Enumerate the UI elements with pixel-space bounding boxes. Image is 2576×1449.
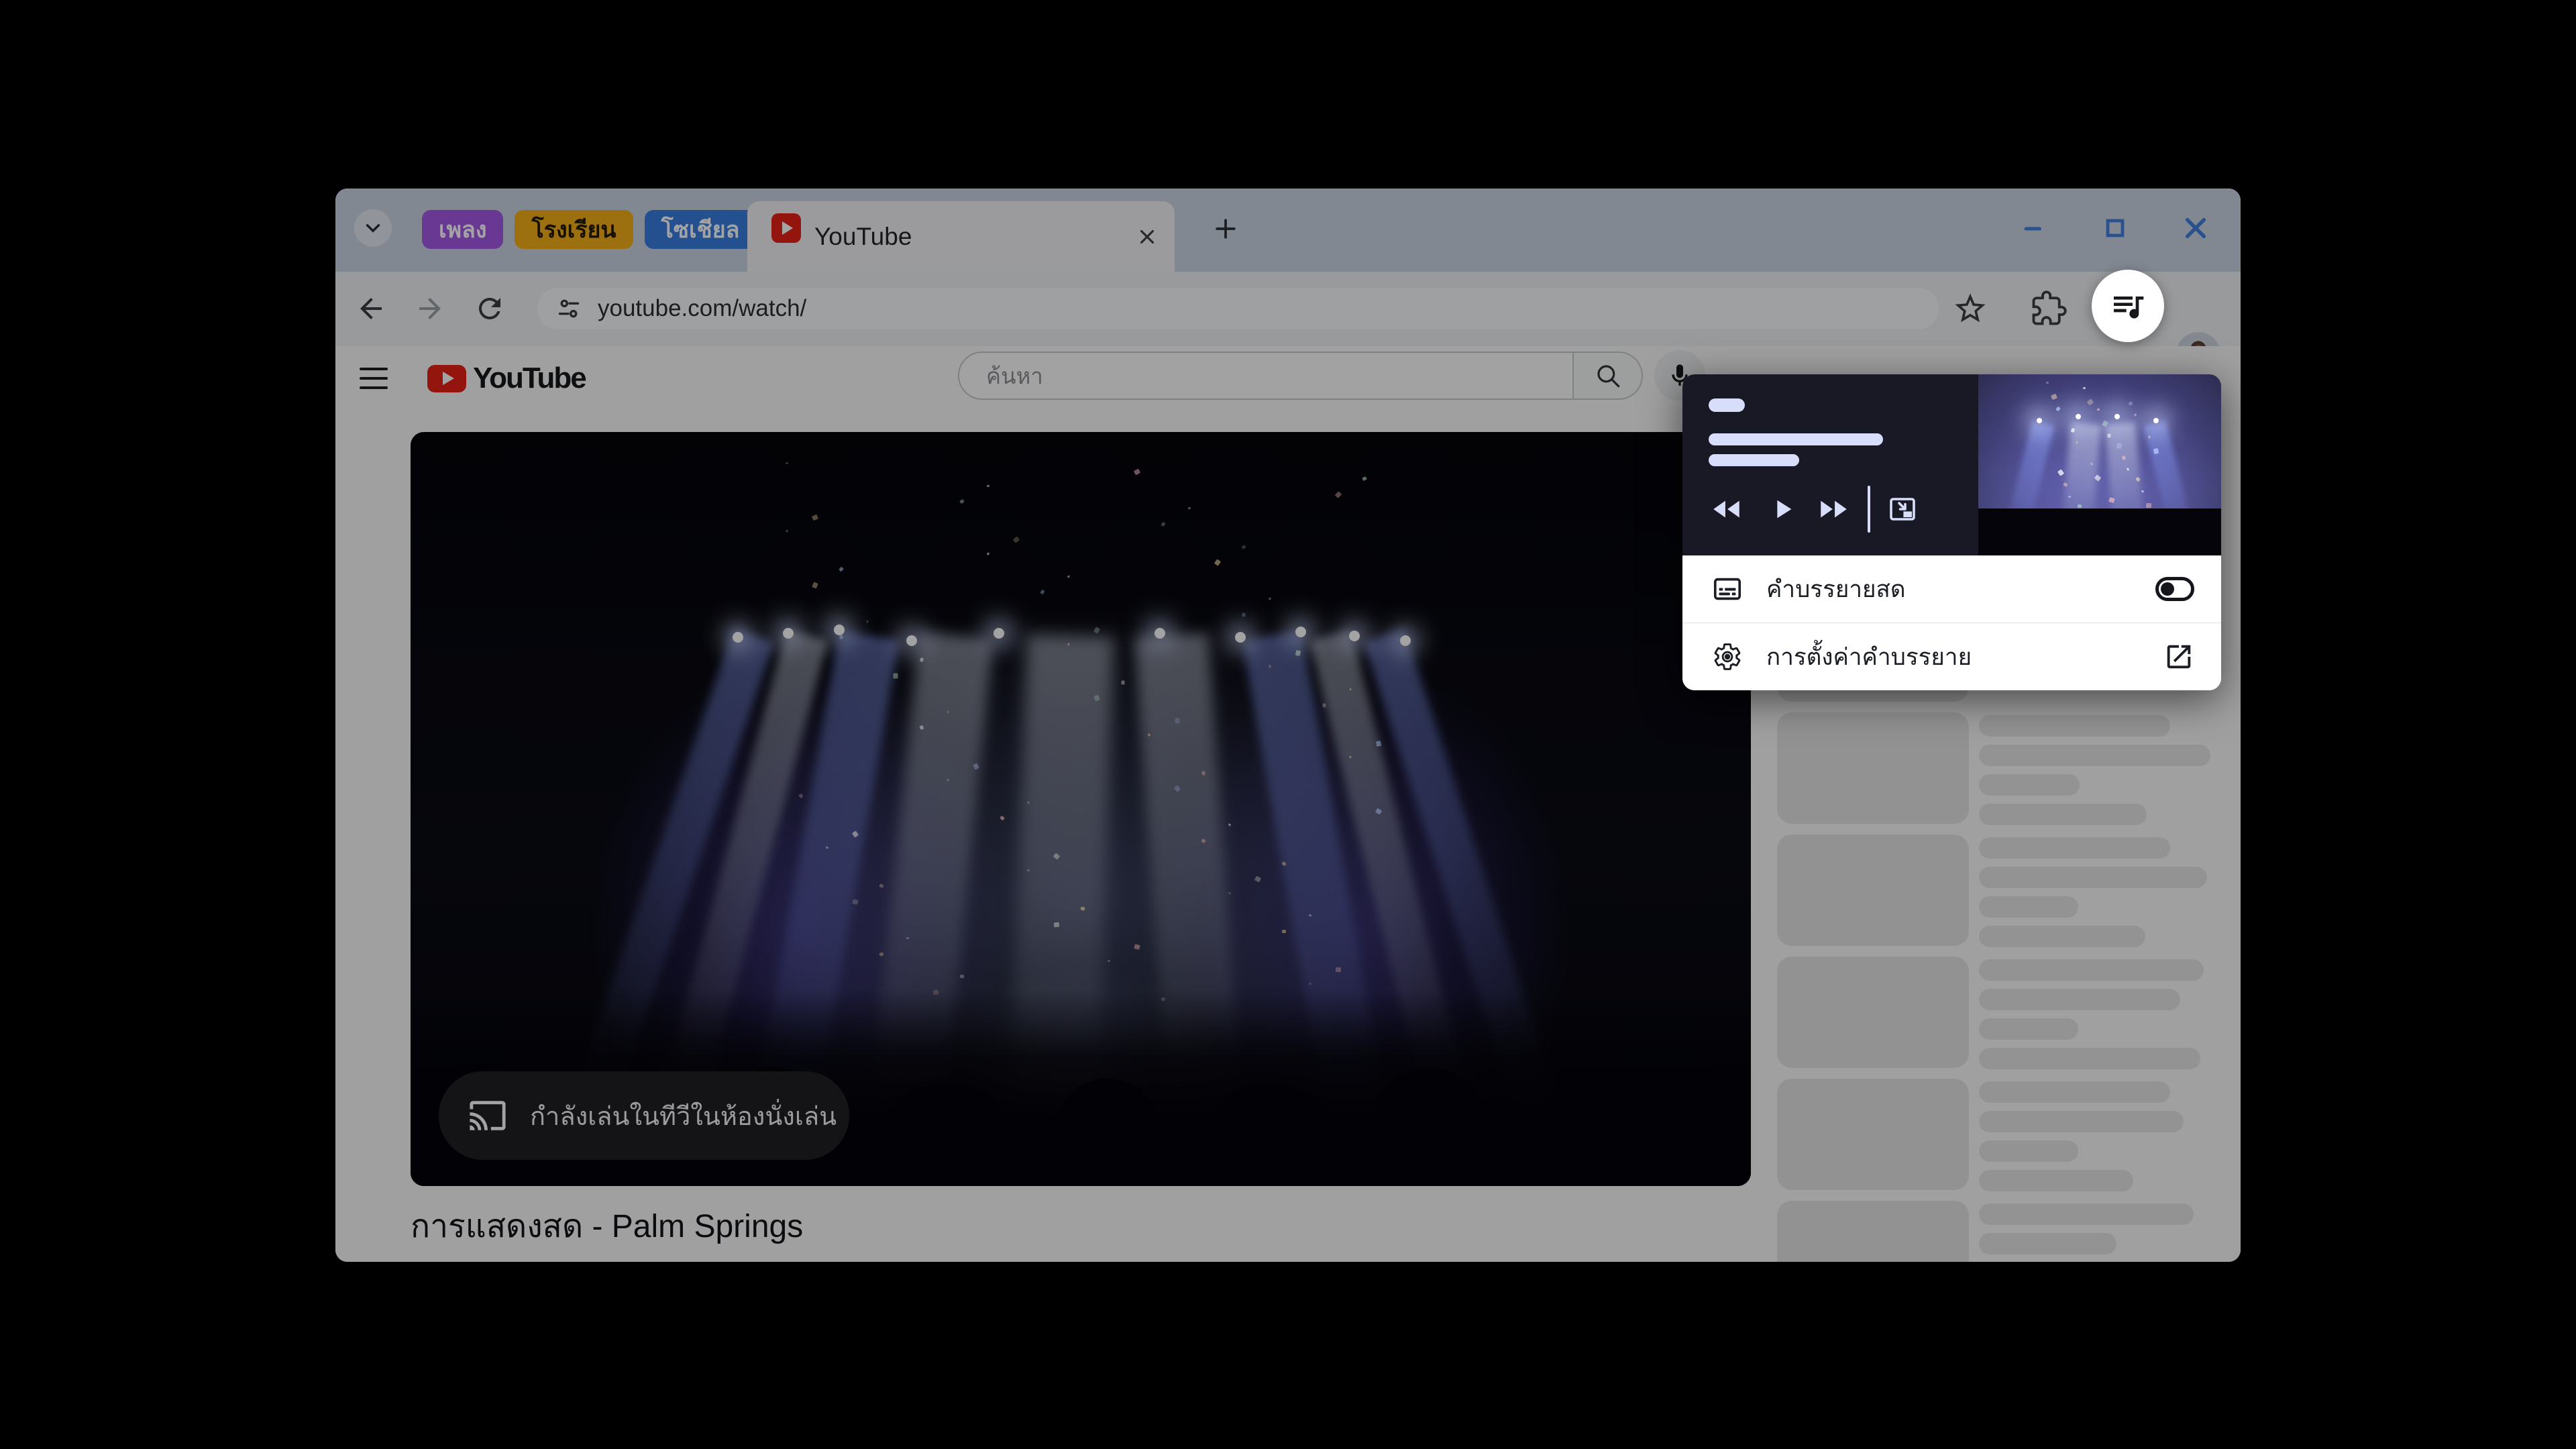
- caption-settings-label: การตั้งค่าคำบรรยาย: [1766, 643, 1972, 670]
- media-artist-placeholder: [1709, 454, 1799, 466]
- media-controls-toolbar-button[interactable]: [2092, 270, 2164, 342]
- live-caption-toggle[interactable]: [2155, 577, 2194, 601]
- media-title-placeholder: [1709, 433, 1883, 445]
- dim-overlay: [335, 189, 2241, 1262]
- controls-divider: [1868, 486, 1870, 533]
- picture-in-picture-button[interactable]: [1883, 490, 1922, 529]
- browser-window: เพลง โรงเรียน โซเชียล YouTube youtube.co…: [335, 189, 2241, 1262]
- rewind-icon: [1713, 500, 1739, 518]
- open-in-new-icon[interactable]: [2163, 641, 2194, 672]
- desktop-background: เพลง โรงเรียน โซเชียล YouTube youtube.co…: [0, 0, 2576, 1449]
- media-session-card: [1682, 374, 2221, 555]
- live-caption-icon: [1713, 578, 1741, 600]
- queue-music-icon: [2114, 297, 2144, 319]
- picture-in-picture-icon: [1890, 498, 1915, 521]
- fast-forward-icon: [1821, 500, 1847, 518]
- play-icon: [1777, 500, 1792, 519]
- rewind-button[interactable]: [1707, 490, 1746, 529]
- media-thumbnail: [1978, 374, 2221, 555]
- gear-icon: [1714, 643, 1741, 670]
- play-button[interactable]: [1763, 490, 1802, 529]
- media-source-placeholder: [1709, 398, 1745, 412]
- live-caption-label: คำบรรยายสด: [1766, 576, 1906, 602]
- fast-forward-button[interactable]: [1814, 490, 1853, 529]
- media-controls-popup: คำบรรยายสด การตั้งค่าคำบรรยาย: [1682, 374, 2221, 690]
- live-caption-row[interactable]: คำบรรยายสด: [1682, 555, 2221, 623]
- caption-settings-row[interactable]: การตั้งค่าคำบรรยาย: [1682, 623, 2221, 690]
